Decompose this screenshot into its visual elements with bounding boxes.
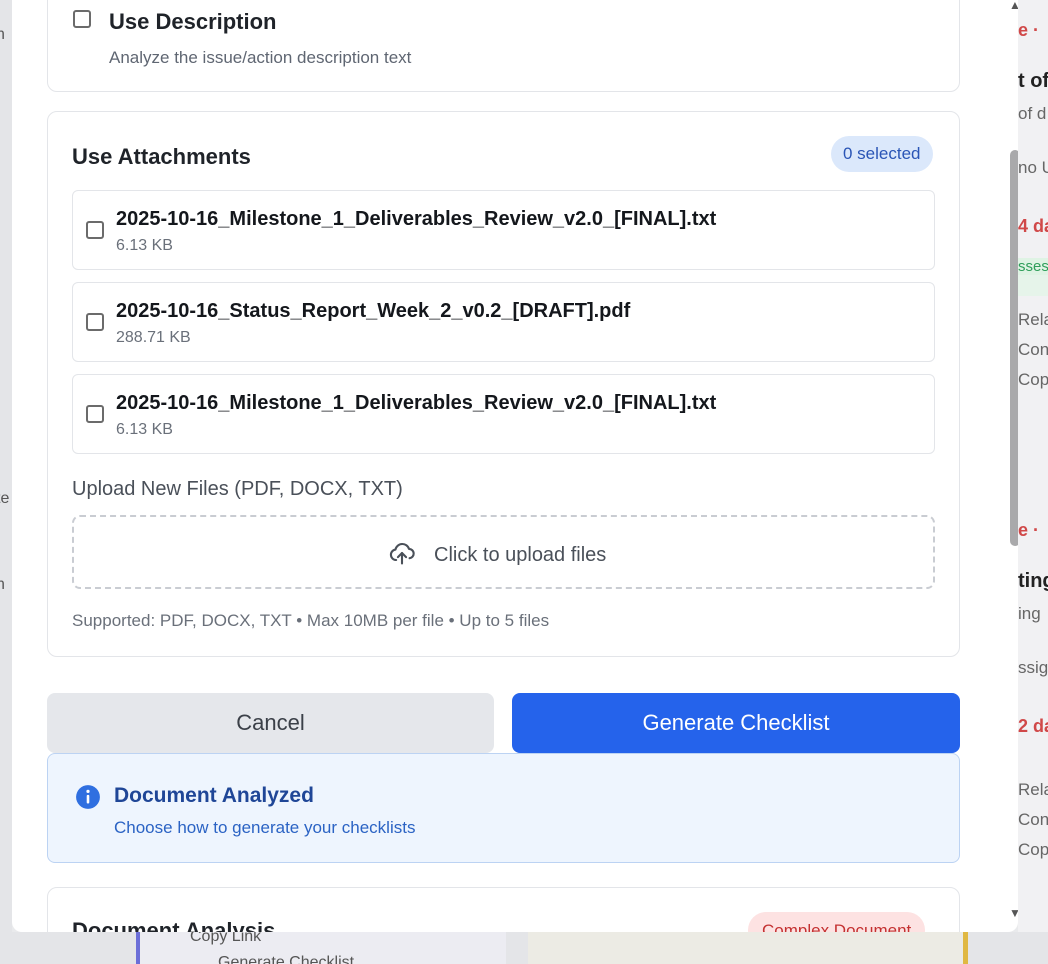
background-left-strip: n te n	[0, 0, 12, 964]
background-text: te	[0, 490, 10, 507]
background-text: Rela	[1018, 310, 1048, 329]
supported-formats-text: Supported: PDF, DOCX, TXT • Max 10MB per…	[72, 611, 550, 630]
attachment-checkbox[interactable]	[86, 405, 104, 423]
background-text: e ·	[1018, 20, 1040, 40]
notice-subtitle: Choose how to generate your checklists	[114, 818, 416, 837]
notice-title: Document Analyzed	[114, 784, 314, 807]
use-description-title: Use Description	[109, 9, 277, 34]
info-icon	[75, 784, 101, 815]
use-description-checkbox[interactable]	[73, 10, 91, 28]
use-attachments-title: Use Attachments	[72, 144, 251, 169]
attachment-checkbox[interactable]	[86, 221, 104, 239]
background-text: Con	[1018, 810, 1048, 829]
attachment-name: 2025-10-16_Status_Report_Week_2_v0.2_[DR…	[116, 300, 631, 322]
scroll-up-arrow-icon[interactable]: ▲	[1006, 0, 1018, 12]
scroll-down-arrow-icon[interactable]: ▼	[1006, 906, 1018, 920]
background-text: ting	[1018, 570, 1048, 592]
attachment-item[interactable]: 2025-10-16_Milestone_1_Deliverables_Revi…	[72, 190, 935, 270]
document-analysis-title: Document Analysis	[72, 918, 276, 932]
background-text: Generate Checklist	[218, 954, 355, 964]
background-text: Rela	[1018, 780, 1048, 799]
background-text: n	[0, 576, 5, 593]
background-text: Cop	[1018, 370, 1048, 389]
background-text: n	[0, 26, 5, 43]
use-description-panel: Use Description Analyze the issue/action…	[47, 0, 960, 92]
use-description-subtitle: Analyze the issue/action description tex…	[109, 48, 412, 67]
background-right-strip: e · t of of d no U 4 da sses Rela Con Co…	[1018, 0, 1048, 964]
attachment-item[interactable]: 2025-10-16_Milestone_1_Deliverables_Revi…	[72, 374, 935, 454]
upload-cloud-icon	[388, 539, 416, 572]
attachment-name: 2025-10-16_Milestone_1_Deliverables_Revi…	[116, 392, 717, 414]
background-bottom-strip: Copy Link Generate Checklist	[0, 932, 1048, 964]
background-text: Cop	[1018, 840, 1048, 859]
background-text: no U	[1018, 158, 1048, 177]
document-analyzed-notice: Document Analyzed Choose how to generate…	[47, 753, 960, 863]
use-attachments-panel: Use Attachments 0 selected 2025-10-16_Mi…	[47, 111, 960, 657]
attachment-size: 6.13 KB	[116, 421, 173, 438]
attachment-size: 6.13 KB	[116, 237, 173, 254]
generate-checklist-modal: Use Description Analyze the issue/action…	[12, 0, 1018, 932]
selected-count-badge: 0 selected	[831, 136, 933, 172]
complexity-badge: Complex Document	[748, 912, 926, 932]
background-text: ssig	[1018, 658, 1048, 677]
attachment-size: 288.71 KB	[116, 329, 191, 346]
attachment-item[interactable]: 2025-10-16_Status_Report_Week_2_v0.2_[DR…	[72, 282, 935, 362]
generate-checklist-button[interactable]: Generate Checklist	[512, 693, 960, 753]
background-text: Copy Link	[190, 932, 262, 945]
background-text: 4 da	[1018, 216, 1048, 236]
background-text: 2 da	[1018, 716, 1048, 736]
document-analysis-panel: Document Analysis Complex Document	[47, 887, 960, 932]
background-text: sses	[1018, 258, 1048, 275]
upload-prompt: Click to upload files	[434, 544, 607, 566]
attachment-name: 2025-10-16_Milestone_1_Deliverables_Revi…	[116, 208, 717, 230]
background-text: of d	[1018, 104, 1047, 123]
background-card	[528, 932, 968, 964]
upload-label: Upload New Files (PDF, DOCX, TXT)	[72, 478, 403, 500]
background-text: t of	[1018, 70, 1048, 92]
background-text: e ·	[1018, 520, 1040, 540]
cancel-button[interactable]: Cancel	[47, 693, 494, 753]
modal-scrollbar[interactable]: ▲ ▼	[1006, 0, 1018, 932]
background-text: Con	[1018, 340, 1048, 359]
background-text: ing	[1018, 604, 1041, 623]
upload-dropzone[interactable]: Click to upload files	[72, 515, 935, 589]
scrollbar-thumb[interactable]	[1010, 150, 1018, 546]
attachment-checkbox[interactable]	[86, 313, 104, 331]
